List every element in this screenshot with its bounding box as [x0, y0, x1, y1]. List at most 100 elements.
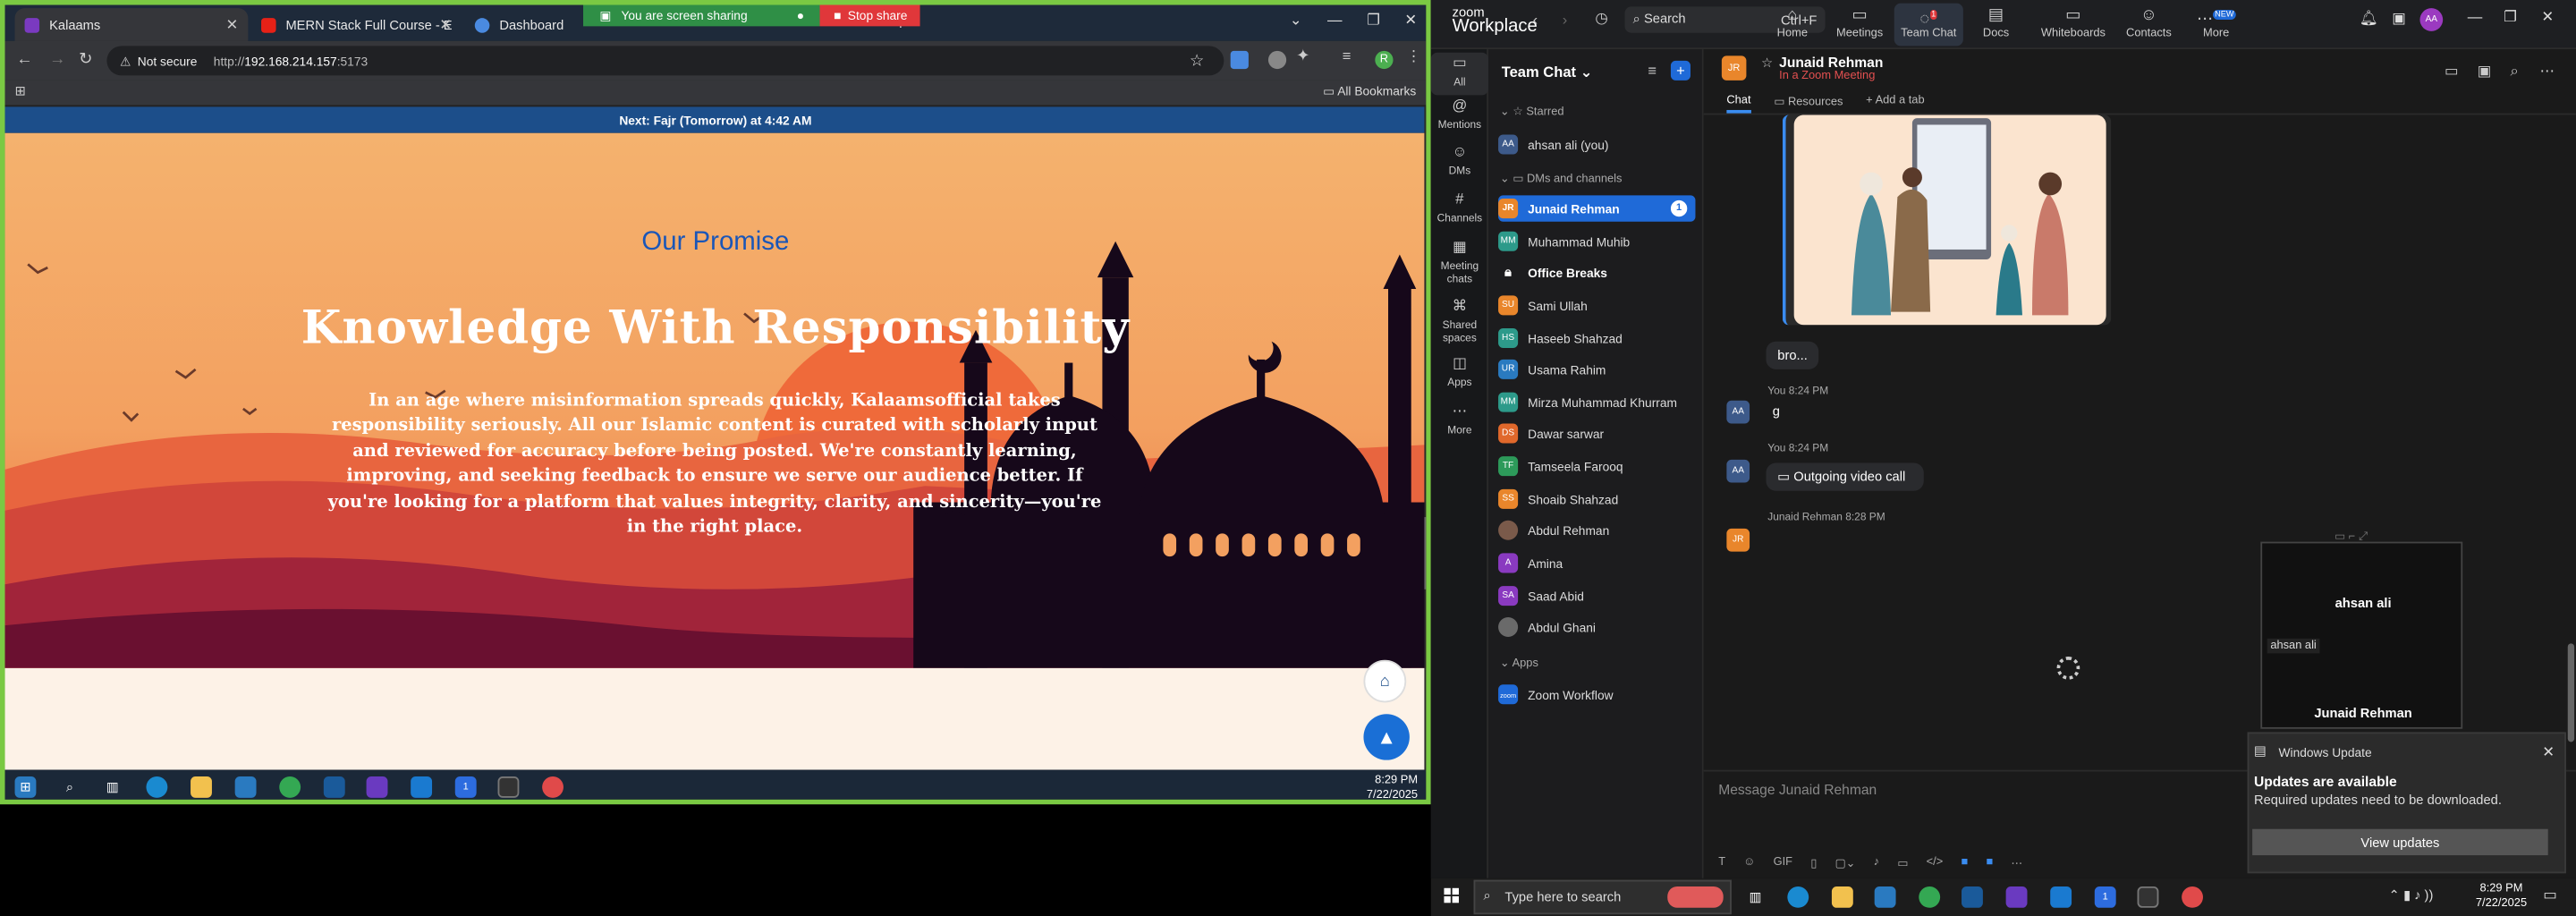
tab-resources[interactable]: ▭ Resources [1774, 95, 1843, 113]
tab-add[interactable]: + Add a tab [1866, 95, 1924, 113]
pause-share-icon[interactable]: ● [797, 8, 804, 23]
list-item[interactable]: Abdul Rehman [1498, 517, 1695, 543]
list-item[interactable]: 🔒︎ Office Breaks [1498, 259, 1695, 285]
notification-icon[interactable]: ▭ [2543, 886, 2557, 904]
store-icon[interactable] [234, 776, 257, 798]
app-icon[interactable] [1962, 886, 1983, 908]
stop-share-button[interactable]: ■ Stop share [820, 4, 921, 27]
file-explorer-icon[interactable] [1831, 886, 1853, 908]
reload-icon[interactable]: ↻ [79, 51, 92, 69]
github-icon[interactable] [366, 776, 388, 798]
tab-search-icon[interactable]: ⌄ [1290, 12, 1302, 30]
list-item[interactable]: TF Tamseela Farooq [1498, 453, 1695, 479]
back-icon[interactable]: ← [16, 51, 32, 69]
list-item[interactable]: zoom Zoom Workflow [1498, 682, 1695, 708]
composer-placeholder[interactable]: Message Junaid Rehman [1718, 782, 1877, 798]
profile-avatar[interactable]: R [1375, 50, 1394, 70]
github-icon[interactable] [2005, 886, 2028, 908]
nav-team-chat[interactable]: ◌ 1 Team Chat [1894, 3, 1963, 47]
call-message[interactable]: ▭ Outgoing video call [1766, 462, 1924, 491]
image-message[interactable] [1782, 114, 2112, 326]
list-item[interactable]: SA Saad Abid [1498, 582, 1695, 608]
list-item[interactable]: DS Dawar sarwar [1498, 420, 1695, 446]
file-explorer-icon[interactable] [191, 776, 212, 798]
forward-icon[interactable]: › [1563, 12, 1568, 28]
file-icon[interactable]: ▯ [1810, 857, 1817, 870]
format-text-icon[interactable]: T [1718, 857, 1725, 870]
scroll-to-top-button[interactable]: ▲ [1363, 714, 1410, 760]
video-clip-icon[interactable]: ▭ [1897, 857, 1908, 870]
search-icon[interactable]: ⌕ [59, 776, 80, 798]
taskbar-search-input[interactable]: ⌕ Type here to search [1473, 879, 1732, 915]
rail-apps[interactable]: ◫ Apps [1431, 355, 1488, 390]
list-item-selected[interactable]: JR Junaid Rehman 1 [1498, 195, 1696, 222]
page-scrollbar[interactable] [1424, 106, 1427, 770]
list-item[interactable]: AA ahsan ali (you) [1498, 131, 1695, 157]
vscode-icon[interactable] [2050, 886, 2072, 908]
starred-section-header[interactable]: ⌄ ☆ Starred [1500, 105, 1564, 118]
extension-icon[interactable] [1267, 50, 1287, 70]
browser-menu-icon[interactable]: ⋮ [1406, 47, 1424, 65]
chat-scrollbar[interactable] [2567, 114, 2575, 742]
tab-kalaams[interactable]: Kalaams ✕ [14, 8, 249, 41]
extensions-puzzle-icon[interactable]: ✦ [1296, 47, 1314, 65]
media-control-icon[interactable]: ≡ [1343, 47, 1360, 65]
forward-icon[interactable]: → [49, 51, 65, 69]
rail-more[interactable]: ⋯ More [1431, 403, 1488, 437]
list-item[interactable]: SS Shoaib Shahzad [1498, 486, 1695, 512]
close-window-icon[interactable]: ✕ [2541, 8, 2554, 26]
scrollbar-thumb[interactable] [1424, 517, 1427, 589]
tile-controls-icon[interactable]: ▭ ⌐ ⤢ [2334, 530, 2368, 546]
gif-button[interactable]: GIF [1774, 857, 1792, 870]
nav-contacts[interactable]: ☺ Contacts [2114, 4, 2183, 47]
avatar[interactable]: JR [1721, 55, 1747, 81]
store-icon[interactable] [1874, 886, 1896, 908]
rail-dms[interactable]: ☺ DMs [1431, 144, 1488, 178]
view-updates-button[interactable]: View updates [2252, 828, 2548, 856]
more-options-icon[interactable]: ⋯ [2540, 63, 2555, 81]
maximize-icon[interactable]: ❐ [2504, 8, 2517, 26]
task-view-icon[interactable]: ▥ [102, 776, 123, 798]
app-window-icon[interactable]: ▣ [2392, 10, 2406, 28]
rail-channels[interactable]: # Channels [1431, 191, 1488, 226]
message-bubble[interactable]: bro... [1766, 341, 1819, 369]
new-chat-button[interactable]: + [1670, 60, 1690, 81]
apps-section-header[interactable]: ⌄ Apps [1500, 657, 1538, 670]
list-item[interactable]: UR Usama Rahim [1498, 356, 1695, 382]
address-bar[interactable]: ⚠ Not secure http://192.168.214.157:5173… [106, 46, 1224, 76]
list-item[interactable]: SU Sami Ullah [1498, 293, 1695, 318]
zoom-icon[interactable]: 1 [2094, 886, 2116, 908]
history-icon[interactable]: ◷ [1595, 10, 1607, 28]
minimize-icon[interactable]: — [1327, 12, 1343, 28]
chat-list-title[interactable]: Team Chat ⌄ [1502, 64, 1593, 82]
app-icon[interactable] [323, 776, 345, 798]
chrome-icon[interactable] [1919, 886, 1941, 908]
close-window-icon[interactable]: ✕ [1404, 12, 1417, 30]
apps-grid-icon[interactable]: ⊞ [15, 84, 26, 99]
app-blue-icon[interactable]: ■ [1986, 857, 1993, 870]
app-icon[interactable] [542, 776, 564, 798]
nav-meetings[interactable]: ▭ Meetings [1826, 4, 1894, 47]
minimize-icon[interactable]: — [2468, 8, 2483, 24]
scrollbar-thumb[interactable] [2567, 643, 2575, 742]
screen-share-icon[interactable]: ▣ [2478, 63, 2492, 81]
nav-home[interactable]: ⌂ Home [1758, 4, 1826, 47]
rail-all[interactable]: ▭ All [1430, 52, 1489, 96]
screenshot-icon[interactable]: ▢⌄ [1835, 857, 1856, 870]
more-options-icon[interactable]: ⋯ [2011, 857, 2022, 870]
close-icon[interactable]: ✕ [2542, 743, 2555, 761]
tab-dashboard[interactable]: Dashboard [465, 8, 580, 41]
tray-icons[interactable]: ⌃ ▮ ♪ )) [2389, 888, 2434, 903]
dms-section-header[interactable]: ⌄ ▭ DMs and channels [1500, 173, 1623, 186]
list-item[interactable]: A Amina [1498, 550, 1695, 576]
edge-icon[interactable] [146, 776, 168, 798]
zoom-icon[interactable]: 1 [454, 776, 477, 798]
list-item[interactable]: MM Muhammad Muhib [1498, 228, 1695, 254]
app-blue-icon[interactable]: ■ [1961, 857, 1968, 870]
rail-mentions[interactable]: @ Mentions [1431, 98, 1488, 132]
profile-avatar[interactable]: AA [2419, 8, 2444, 31]
nav-whiteboards[interactable]: ▭ Whiteboards [2038, 4, 2107, 47]
vscode-icon[interactable] [411, 776, 433, 798]
video-call-icon[interactable]: ▭ [2445, 63, 2459, 81]
nav-docs[interactable]: ▤ Docs [1962, 4, 2030, 47]
